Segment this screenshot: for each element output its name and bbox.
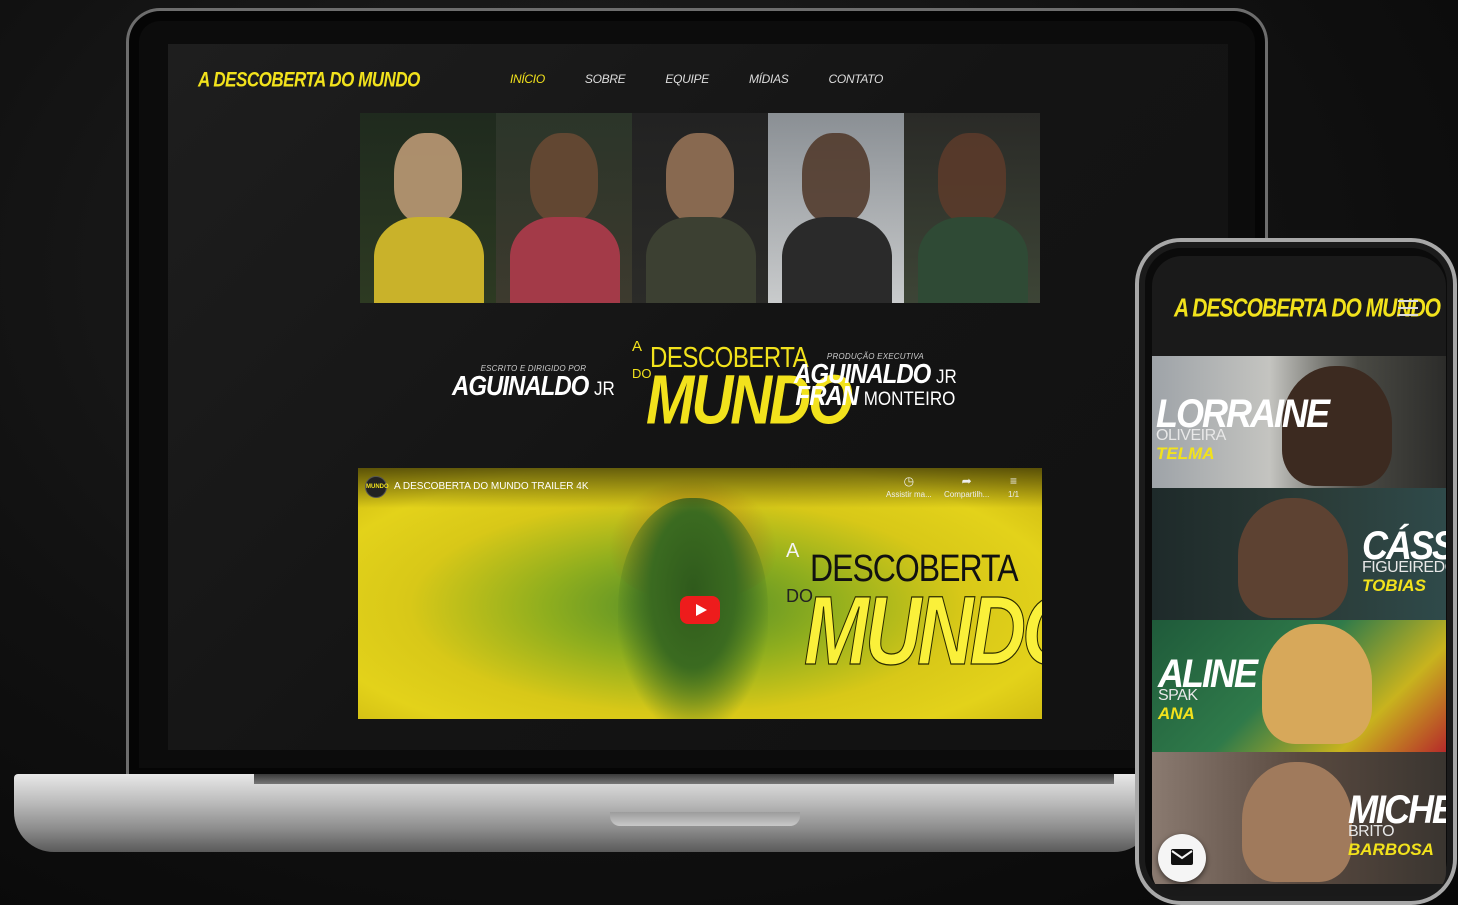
cast-first-name: LORRAINE: [1156, 390, 1330, 436]
cast-text: CÁSSIO FIGUEIREDO TOBIAS: [1362, 522, 1446, 596]
producer-name-2-bold: FRAN: [795, 380, 859, 412]
laptop-screen: A DESCOBERTA DO MUNDO INÍCIO SOBRE EQUIP…: [168, 44, 1228, 750]
cast-card[interactable]: LORRAINE OLIVEIRA TELMA: [1152, 356, 1446, 488]
cast-first-name: MICHEL: [1348, 786, 1446, 832]
director-name-thin: JR: [594, 377, 615, 400]
producer-credit: PRODUÇÃO EXECUTIVA AGUINALDO JR FRAN MON…: [794, 352, 957, 413]
share-icon: ➦: [961, 474, 972, 488]
cast-text: LORRAINE OLIVEIRA TELMA: [1156, 390, 1330, 464]
cast-first-name: CÁSSIO: [1362, 522, 1446, 568]
director-name-bold: AGUINALDO: [452, 370, 589, 402]
nav-sobre[interactable]: SOBRE: [585, 72, 626, 86]
nav-equipe[interactable]: EQUIPE: [665, 72, 709, 86]
cast-photo: [360, 113, 496, 303]
cast-photo-strip: [360, 113, 1040, 303]
cast-figure: [1242, 762, 1352, 882]
video-logo-a: A: [786, 540, 800, 562]
cast-text: ALINE SPAK ANA: [1158, 650, 1258, 724]
cast-role: TELMA: [1156, 444, 1215, 463]
watch-later-label: Assistir ma...: [886, 490, 932, 499]
cast-role: BARBOSA: [1348, 840, 1434, 859]
watch-later-button[interactable]: ◷ Assistir ma...: [886, 474, 932, 499]
cast-role: ANA: [1158, 704, 1195, 723]
cast-card[interactable]: CÁSSIO FIGUEIREDO TOBIAS: [1152, 488, 1446, 620]
cast-figure: [1262, 624, 1372, 744]
video-logo-mundo: MUNDO: [804, 575, 1042, 686]
menu-icon[interactable]: [1398, 300, 1418, 321]
director-credit: ESCRITO E DIRIGIDO POR AGUINALDO JR: [452, 364, 615, 403]
laptop-base: [14, 774, 1154, 852]
producer-name-2: FRAN MONTEIRO: [795, 381, 955, 413]
cast-figure: [1238, 498, 1348, 618]
share-button[interactable]: ➦ Compartilh...: [944, 474, 989, 499]
cast-card[interactable]: ALINE SPAK ANA: [1152, 620, 1446, 752]
nav-contato[interactable]: CONTATO: [828, 72, 883, 86]
trailer-video[interactable]: MUNDO A DESCOBERTA DO MUNDO TRAILER 4K ◷…: [358, 468, 1042, 719]
cast-text: MICHEL BRITO BARBOSA: [1348, 786, 1446, 860]
contact-mail-button[interactable]: [1158, 834, 1206, 882]
cast-first-name: ALINE: [1158, 650, 1258, 696]
phone-screen: A DESCOBERTA DO MUNDO LORRAINE OLIVEIRA …: [1152, 256, 1446, 896]
director-name: AGUINALDO JR: [452, 371, 615, 403]
channel-avatar[interactable]: MUNDO: [365, 476, 389, 498]
share-label: Compartilh...: [944, 490, 990, 499]
laptop-notch: [610, 812, 800, 826]
nav-inicio[interactable]: INÍCIO: [510, 72, 545, 86]
playlist-button[interactable]: ≡ 1/1: [1008, 474, 1019, 499]
site-logo[interactable]: A DESCOBERTA DO MUNDO: [198, 68, 420, 93]
cast-photo: [632, 113, 768, 303]
cast-photo: [904, 113, 1040, 303]
playlist-label: 1/1: [1008, 490, 1020, 499]
play-button[interactable]: [680, 596, 720, 624]
laptop-hinge: [254, 774, 1114, 784]
playlist-icon: ≡: [1010, 474, 1018, 488]
producer-name-2-thin: MONTEIRO: [863, 387, 956, 410]
nav-midias[interactable]: MÍDIAS: [749, 72, 789, 86]
clock-icon: ◷: [903, 474, 915, 488]
mail-icon: [1171, 849, 1193, 865]
cast-role: TOBIAS: [1362, 576, 1426, 595]
cast-photo: [496, 113, 632, 303]
site-nav: INÍCIO SOBRE EQUIPE MÍDIAS CONTATO: [510, 72, 923, 86]
cast-photo: [768, 113, 904, 303]
video-title[interactable]: A DESCOBERTA DO MUNDO TRAILER 4K: [394, 481, 589, 492]
film-logo-a: A: [632, 338, 643, 355]
